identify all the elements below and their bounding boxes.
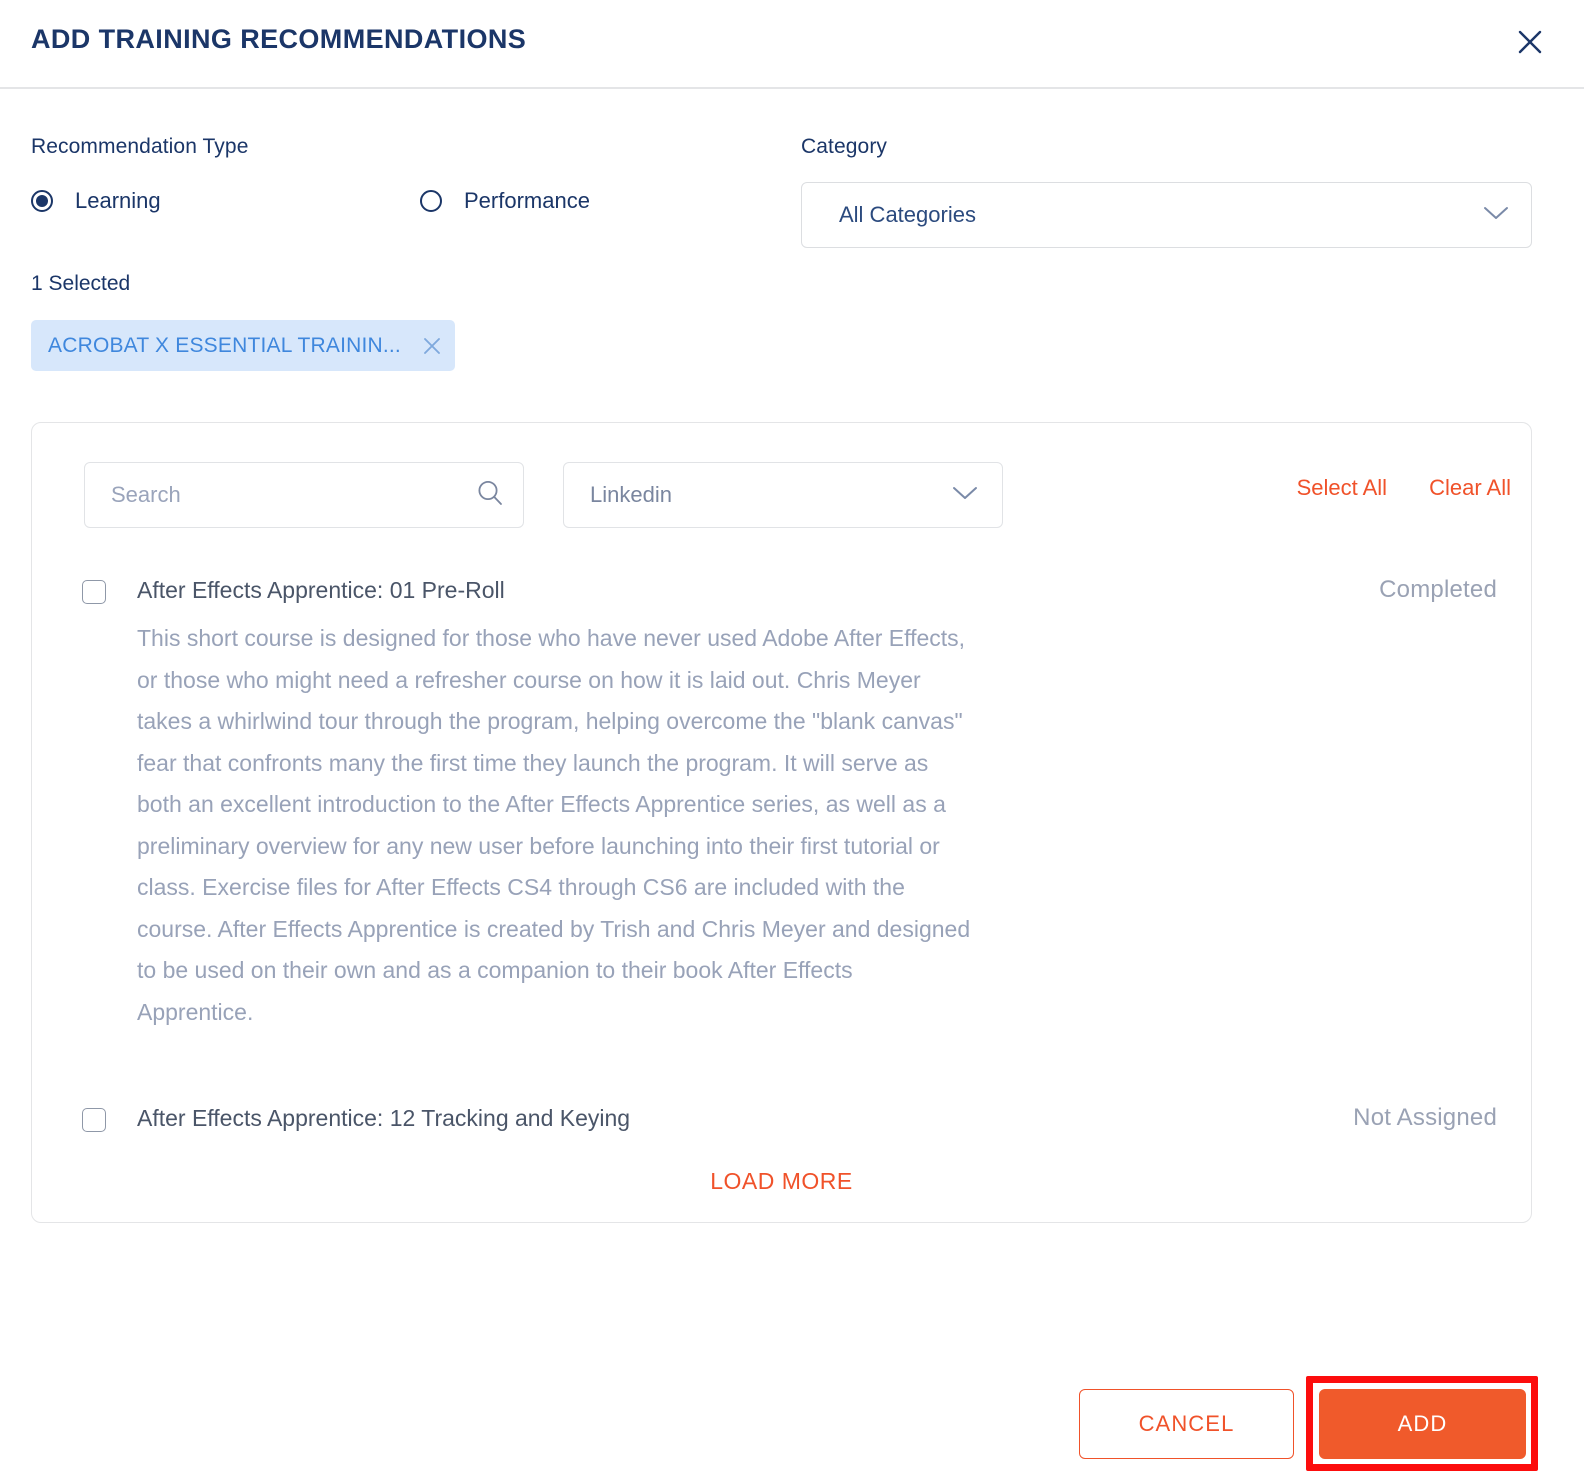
radio-indicator-performance[interactable] [420,190,442,212]
selected-count: 1 Selected [31,272,131,295]
modal-footer: CANCEL ADD [0,1376,1584,1484]
radio-label-performance: Performance [464,188,590,213]
chip-remove-button[interactable] [409,320,455,371]
recommendation-type-label: Recommendation Type [31,135,249,158]
list-item: After Effects Apprentice: 12 Tracking an… [32,1103,1531,1133]
course-title: After Effects Apprentice: 01 Pre-Roll [137,577,505,603]
category-label: Category [801,135,888,158]
category-dropdown[interactable]: All Categories [801,182,1532,248]
course-checkbox[interactable] [82,580,106,604]
close-button[interactable] [1512,24,1548,60]
course-list: After Effects Apprentice: 01 Pre-Roll Co… [32,575,1531,1133]
chevron-down-icon [1483,205,1509,226]
cancel-button[interactable]: CANCEL [1079,1389,1294,1459]
radio-indicator-learning[interactable] [31,190,53,212]
clear-all-button[interactable]: Clear All [1429,475,1511,501]
close-icon [1515,27,1545,57]
course-selection-panel: Linkedin Select All Clear All After Effe… [31,422,1532,1223]
add-button[interactable]: ADD [1319,1389,1526,1459]
radio-label-learning: Learning [75,188,161,213]
select-all-button[interactable]: Select All [1297,475,1388,501]
course-description: This short course is designed for those … [137,625,971,1025]
category-selected-value: All Categories [839,202,976,227]
page-title: ADD TRAINING RECOMMENDATIONS [31,24,527,54]
radio-option-performance[interactable]: Performance [420,188,590,214]
search-input[interactable] [111,482,475,508]
status-badge: Not Assigned [1353,1104,1497,1131]
course-row-header: After Effects Apprentice: 01 Pre-Roll Co… [32,575,1531,605]
source-dropdown[interactable]: Linkedin [563,462,1003,528]
add-training-recommendations-modal: ADD TRAINING RECOMMENDATIONS Recommendat… [0,0,1584,1484]
status-badge: Completed [1379,576,1497,603]
radio-option-learning[interactable]: Learning [31,188,161,214]
chevron-down-icon [952,485,978,506]
selected-chip-label: ACROBAT X ESSENTIAL TRAININ... [48,333,401,357]
course-checkbox[interactable] [82,1108,106,1132]
list-bulk-actions: Select All Clear All [1297,475,1511,501]
load-more-wrapper: LOAD MORE [32,1168,1531,1195]
search-icon[interactable] [475,478,505,513]
course-row-header: After Effects Apprentice: 12 Tracking an… [32,1103,1531,1133]
search-box[interactable] [84,462,524,528]
list-item: After Effects Apprentice: 01 Pre-Roll Co… [32,575,1531,1033]
modal-header: ADD TRAINING RECOMMENDATIONS [0,0,1584,89]
selected-chip: ACROBAT X ESSENTIAL TRAININ... [31,320,455,371]
source-selected-value: Linkedin [590,482,672,507]
load-more-button[interactable]: LOAD MORE [710,1168,853,1195]
course-title: After Effects Apprentice: 12 Tracking an… [137,1105,631,1131]
